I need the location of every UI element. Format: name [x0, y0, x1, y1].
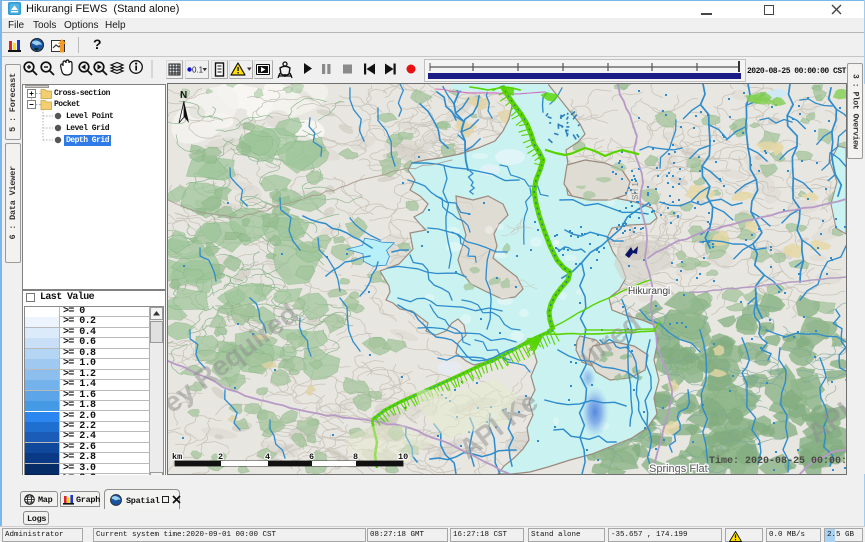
svg-text:km: km	[172, 452, 182, 462]
svg-text:Time: 2020-08-25 00:00:00 CST: Time: 2020-08-25 00:00:00 CST	[709, 455, 846, 467]
svg-text:6: 6	[309, 452, 314, 462]
svg-text:N: N	[180, 90, 187, 101]
svg-text:8: 8	[353, 452, 358, 462]
svg-text:Springs Flat: Springs Flat	[649, 463, 708, 474]
svg-text:0.1: 0.1	[192, 66, 204, 75]
svg-text:4: 4	[265, 452, 270, 462]
svg-text:SH 1: SH 1	[631, 182, 640, 200]
svg-text:10: 10	[398, 452, 408, 462]
svg-text:2: 2	[218, 452, 223, 462]
svg-text:Hikurangi: Hikurangi	[628, 286, 670, 297]
